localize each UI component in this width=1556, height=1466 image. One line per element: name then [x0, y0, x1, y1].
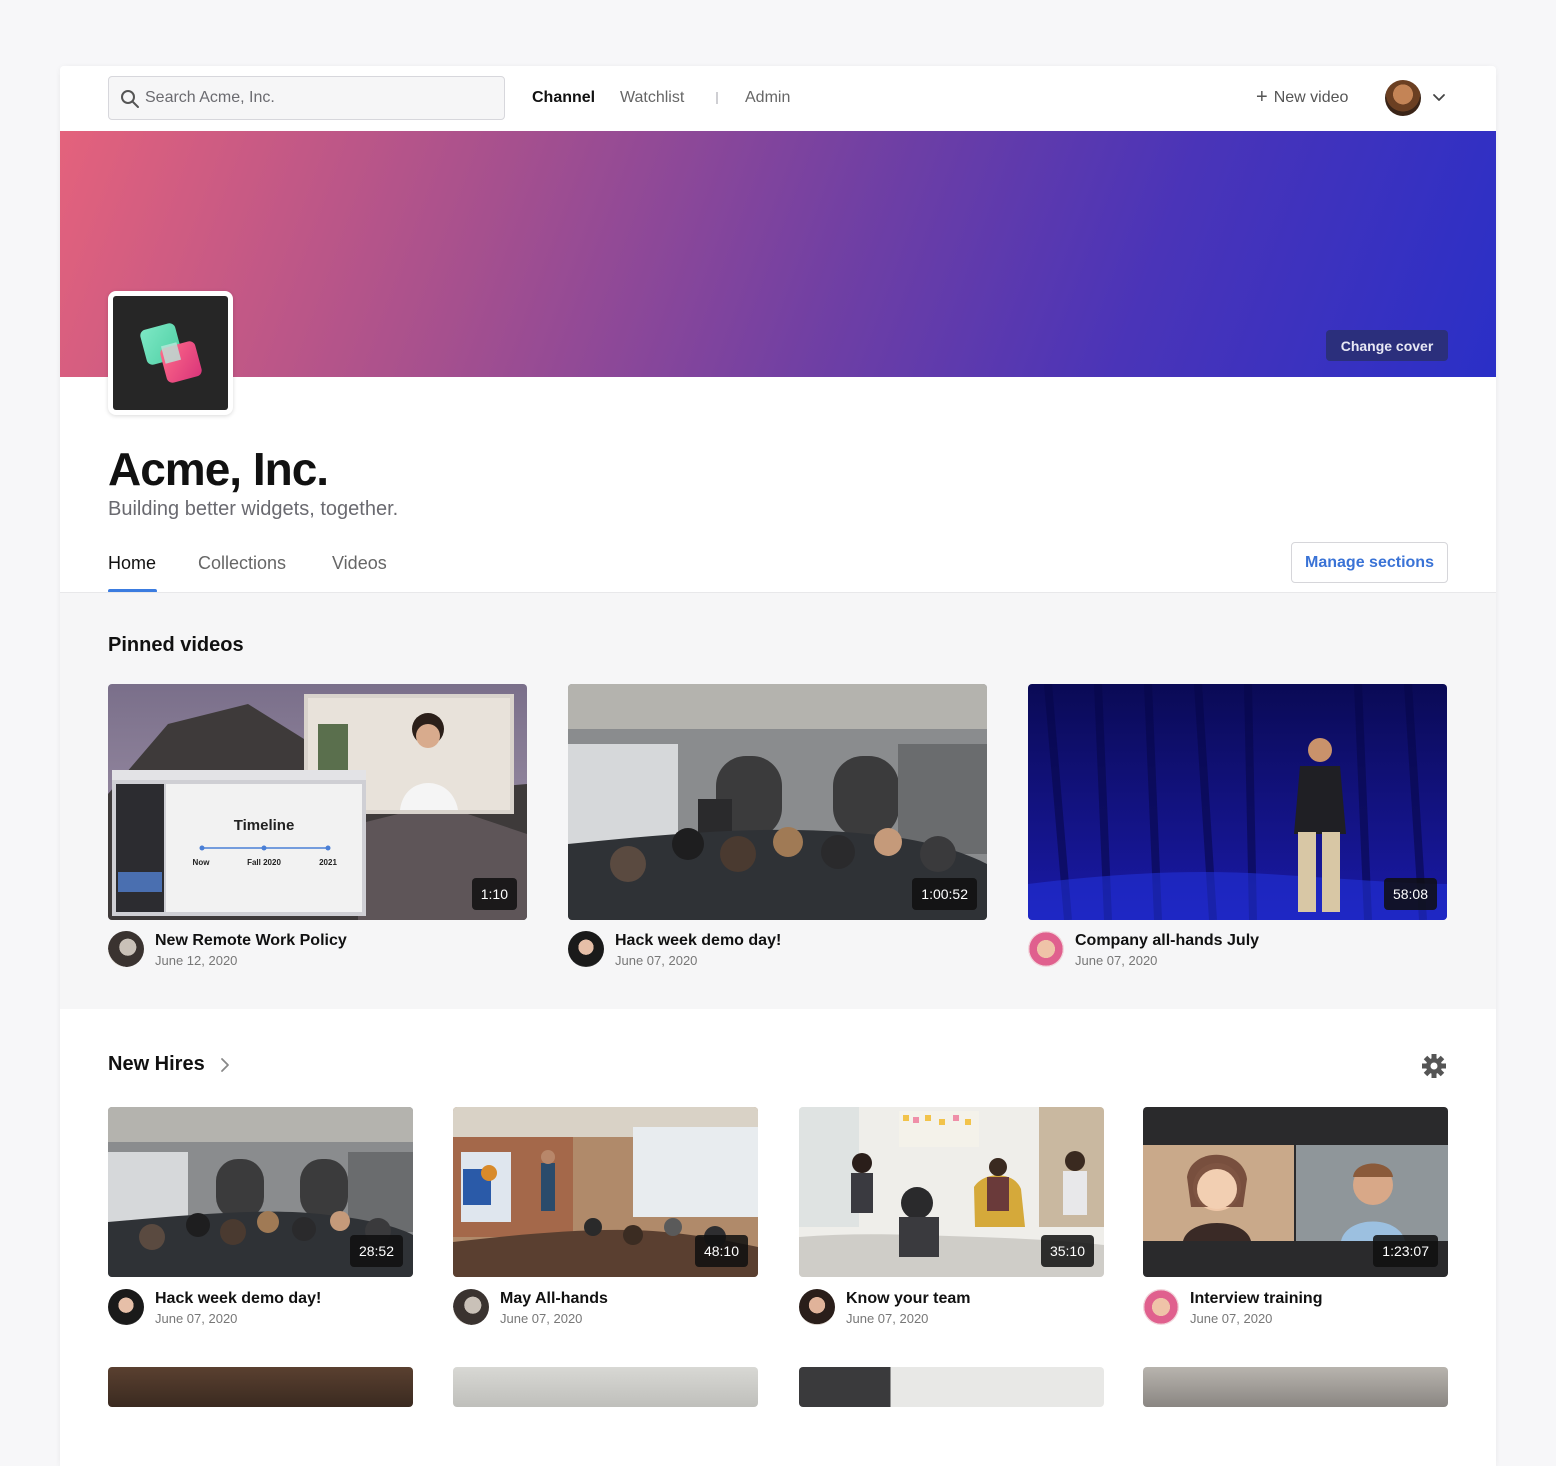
video-thumbnail[interactable]	[453, 1367, 758, 1407]
author-avatar[interactable]	[108, 1289, 144, 1325]
video-title[interactable]: Company all-hands July	[1075, 932, 1259, 950]
author-avatar[interactable]	[568, 931, 604, 967]
new-video-button[interactable]: + New video	[1256, 86, 1349, 108]
video-card[interactable]: 1:00:52 Hack week demo day! June 07, 202…	[568, 684, 987, 974]
video-card[interactable]: 48:10 May All-hands June 07, 2020	[453, 1107, 758, 1337]
video-thumbnail[interactable]: 58:08	[1028, 684, 1447, 920]
slide-label: Fall 2020	[247, 858, 281, 867]
gear-icon[interactable]	[1421, 1053, 1447, 1079]
video-thumbnail[interactable]: 35:10	[799, 1107, 1104, 1277]
video-date: June 07, 2020	[155, 1311, 238, 1326]
channel-subtitle: Building better widgets, together.	[108, 498, 399, 520]
pinned-videos-section: Pinned videos Timeline Now Fall 2020 202…	[60, 593, 1496, 1009]
author-avatar[interactable]	[799, 1289, 835, 1325]
search-box[interactable]	[108, 76, 505, 120]
video-card[interactable]: 1:23:07 Interview training June 07, 2020	[1143, 1107, 1448, 1337]
video-duration-badge: 1:10	[471, 878, 517, 910]
video-date: June 07, 2020	[615, 953, 698, 968]
user-avatar[interactable]	[1385, 80, 1421, 116]
video-title[interactable]: May All-hands	[500, 1290, 608, 1308]
author-avatar[interactable]	[453, 1289, 489, 1325]
video-thumbnail[interactable]	[799, 1367, 1104, 1407]
author-avatar[interactable]	[108, 931, 144, 967]
video-thumbnail[interactable]	[108, 1367, 413, 1407]
video-title[interactable]: Know your team	[846, 1290, 970, 1308]
video-date: June 07, 2020	[1190, 1311, 1273, 1326]
nav-watchlist-link[interactable]: Watchlist	[620, 88, 684, 108]
nav-separator	[716, 92, 718, 104]
tab-collections[interactable]: Collections	[198, 552, 286, 574]
slide-title: Timeline	[234, 817, 295, 834]
nav-admin-link[interactable]: Admin	[745, 88, 790, 108]
channel-cover-banner: Change cover	[60, 131, 1496, 377]
video-thumbnail[interactable]: 28:52	[108, 1107, 413, 1277]
video-date: June 07, 2020	[846, 1311, 929, 1326]
video-duration-badge: 35:10	[1040, 1235, 1094, 1267]
video-title[interactable]: New Remote Work Policy	[155, 932, 347, 950]
chevron-down-icon[interactable]	[1431, 90, 1447, 106]
video-card[interactable]: 28:52 Hack week demo day! June 07, 2020	[108, 1107, 413, 1337]
video-thumbnail[interactable]: 48:10	[453, 1107, 758, 1277]
top-navigation-bar: Channel Watchlist Admin + New video	[60, 66, 1496, 131]
acme-logo-mark	[140, 323, 202, 383]
pinned-videos-title: Pinned videos	[108, 634, 244, 656]
video-title[interactable]: Hack week demo day!	[615, 932, 781, 950]
video-card[interactable]: 35:10 Know your team June 07, 2020	[799, 1107, 1104, 1337]
video-title[interactable]: Interview training	[1190, 1290, 1322, 1308]
slide-label: 2021	[319, 858, 337, 867]
chevron-right-icon[interactable]	[218, 1056, 232, 1074]
change-cover-button[interactable]: Change cover	[1326, 330, 1448, 361]
tab-videos[interactable]: Videos	[332, 552, 387, 574]
slide-label: Now	[193, 858, 211, 867]
video-date: June 12, 2020	[155, 953, 238, 968]
video-card[interactable]: Timeline Now Fall 2020 2021 1:10 New Rem…	[108, 684, 527, 974]
video-duration-badge: 1:23:07	[1373, 1235, 1438, 1267]
nav-channel-link[interactable]: Channel	[532, 88, 595, 108]
channel-title: Acme, Inc.	[108, 443, 329, 495]
search-icon	[121, 90, 139, 108]
tab-home[interactable]: Home	[108, 552, 156, 574]
video-thumbnail[interactable]: 1:00:52	[568, 684, 987, 920]
video-duration-badge: 28:52	[349, 1235, 403, 1267]
video-duration-badge: 58:08	[1383, 878, 1437, 910]
new-hires-title[interactable]: New Hires	[108, 1053, 205, 1076]
channel-logo	[108, 291, 233, 415]
video-title[interactable]: Hack week demo day!	[155, 1290, 321, 1308]
author-avatar[interactable]	[1143, 1289, 1179, 1325]
new-video-label: New video	[1273, 89, 1349, 106]
video-duration-badge: 48:10	[694, 1235, 748, 1267]
video-thumbnail[interactable]	[1143, 1367, 1448, 1407]
video-thumbnail[interactable]: 1:23:07	[1143, 1107, 1448, 1277]
video-duration-badge: 1:00:52	[912, 878, 977, 910]
plus-icon: +	[1256, 86, 1268, 108]
channel-logo-image	[113, 296, 228, 410]
video-thumbnail[interactable]: Timeline Now Fall 2020 2021 1:10	[108, 684, 527, 920]
video-date: June 07, 2020	[500, 1311, 583, 1326]
author-avatar[interactable]	[1028, 931, 1064, 967]
manage-sections-button[interactable]: Manage sections	[1291, 542, 1448, 583]
app-window: Channel Watchlist Admin + New video Chang…	[60, 66, 1496, 1466]
video-card[interactable]: 58:08 Company all-hands July June 07, 20…	[1028, 684, 1447, 974]
video-date: June 07, 2020	[1075, 953, 1158, 968]
search-input[interactable]	[145, 77, 495, 119]
